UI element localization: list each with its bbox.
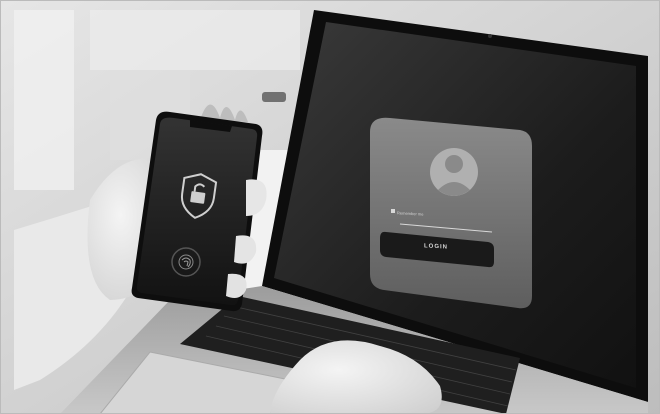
login-card (370, 117, 532, 309)
photo-frame: Remember me LOGIN (0, 0, 660, 414)
photo-scene (0, 0, 660, 414)
